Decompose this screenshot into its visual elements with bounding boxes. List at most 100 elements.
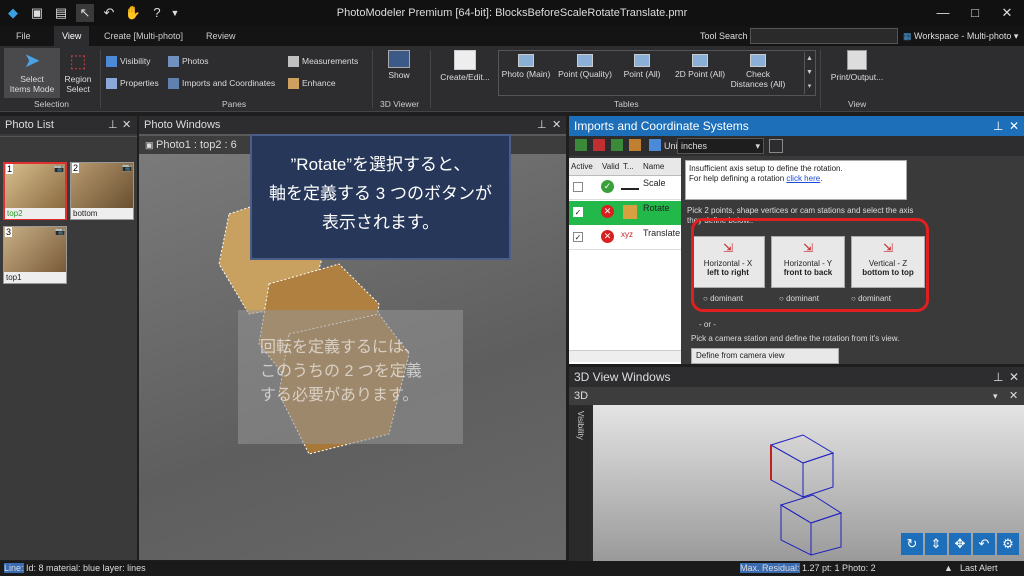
alert-icon: ▲: [944, 563, 953, 573]
separator: [372, 50, 373, 108]
photo-thumb-image: 1 📷: [5, 164, 65, 208]
active-checkbox[interactable]: [573, 182, 583, 192]
3d-tab-bar: 3D ▾ ✕: [569, 387, 1024, 405]
ribbon-tabs: File View Create [Multi-photo] Review To…: [0, 26, 1024, 46]
units-value: inches: [681, 141, 708, 151]
photo-main-table[interactable]: Photo (Main): [500, 54, 552, 79]
workspace-dropdown[interactable]: ▦ Workspace - Multi-photo ▾: [903, 26, 1018, 46]
visibility-sidebar[interactable]: Visibility: [569, 405, 591, 561]
photo-list-header: Photo List ⊥ ✕: [0, 116, 137, 134]
photo-number: 1: [6, 164, 14, 174]
minimize-button[interactable]: —: [928, 0, 958, 26]
properties-button[interactable]: Properties: [106, 78, 159, 90]
region-select-button[interactable]: ⬚ Region Select: [60, 50, 96, 94]
pin-icon[interactable]: ⊥: [108, 116, 118, 134]
pin-icon[interactable]: ⊥: [537, 116, 547, 134]
import-row-translate[interactable]: ✓ ✕ xyz Translate: [569, 226, 681, 250]
3d-tab[interactable]: 3D: [574, 390, 588, 402]
photo-thumb-2[interactable]: 2 📷 bottom: [70, 162, 134, 220]
status-residual-label: Max. Residual:: [740, 563, 800, 573]
active-checkbox[interactable]: ✓: [573, 207, 583, 217]
point-quality-label: Point (Quality): [558, 69, 612, 79]
group-selection: Selection: [34, 99, 69, 109]
imports-coords-button[interactable]: Imports and Coordinates: [168, 78, 275, 90]
photo-windows-title: Photo Windows: [144, 119, 221, 131]
3d-view-header: 3D View Windows ⊥ ✕: [569, 367, 1024, 387]
separator: [430, 50, 431, 108]
separator: [820, 50, 821, 108]
units-select[interactable]: inches ▾: [677, 138, 764, 154]
reset-view-icon[interactable]: ↶: [973, 533, 995, 555]
help-link[interactable]: click here: [786, 174, 820, 183]
config-icon[interactable]: [629, 139, 641, 151]
list-scrollbar[interactable]: [569, 350, 681, 362]
delete-icon[interactable]: [593, 139, 605, 151]
tab-file[interactable]: File: [8, 26, 39, 46]
photo-name: top1: [4, 272, 66, 283]
point-2d-label: 2D Point (All): [674, 69, 726, 79]
print-output-button[interactable]: Print/Output...: [826, 50, 888, 82]
cube-wireframes: [769, 434, 843, 556]
photo-tab-label: Photo1 : top2 : 6: [156, 139, 237, 151]
import-row-rotate[interactable]: ✓ ✕ Rotate: [569, 201, 681, 225]
point-2d-table[interactable]: 2D Point (All): [672, 54, 728, 79]
define-camera-view-button[interactable]: Define from camera view: [691, 348, 839, 364]
settings-gear-icon[interactable]: ⚙: [997, 533, 1019, 555]
show-3d-button[interactable]: Show: [380, 50, 418, 80]
select-items-mode-button[interactable]: ➤ Select Items Mode: [4, 48, 60, 98]
pin-icon[interactable]: ⊥: [993, 367, 1003, 387]
translate-type-icon: xyz: [621, 230, 633, 239]
pan-icon[interactable]: ✥: [949, 533, 971, 555]
tab-view[interactable]: View: [54, 26, 90, 46]
check-distances-label: Check Distances (All): [730, 69, 786, 89]
tab-create[interactable]: Create [Multi-photo]: [96, 26, 191, 46]
point-all-table[interactable]: Point (All): [620, 54, 664, 79]
orbit-icon[interactable]: ↻: [901, 533, 923, 555]
tab-review[interactable]: Review: [198, 26, 244, 46]
add-icon[interactable]: [575, 139, 587, 151]
faded-note-line-2: このうちの 2 つを定義: [260, 363, 422, 380]
tab-dropdown-icon[interactable]: ▾: [993, 387, 998, 405]
app-title: PhotoModeler Premium [64-bit]: BlocksBef…: [336, 7, 688, 19]
panel-close-icon[interactable]: ✕: [552, 116, 561, 134]
point-quality-table[interactable]: Point (Quality): [554, 54, 616, 79]
active-checkbox[interactable]: ✓: [573, 232, 583, 242]
import-row-scale[interactable]: ✓ Scale: [569, 176, 681, 200]
visibility-button[interactable]: Visibility: [106, 56, 151, 68]
photo-thumb-3[interactable]: 3 📷 top1: [3, 226, 67, 284]
visibility-tab[interactable]: Visibility: [576, 411, 585, 440]
photo-thumb-1[interactable]: 1 📷 top2: [3, 162, 67, 220]
create-edit-button[interactable]: Create/Edit...: [436, 50, 494, 82]
maximize-button[interactable]: □: [960, 0, 990, 26]
3d-canvas[interactable]: ↻ ⇕ ✥ ↶ ⚙: [593, 405, 1024, 561]
angle-icon[interactable]: [769, 139, 783, 153]
photo-number: 3: [5, 227, 13, 237]
close-button[interactable]: ✕: [992, 0, 1022, 26]
check-distances-table[interactable]: Check Distances (All): [728, 54, 788, 89]
create-edit-label: Create/Edit...: [440, 72, 490, 82]
measurements-button[interactable]: Measurements: [288, 56, 358, 68]
last-alert[interactable]: Last Alert: [960, 561, 998, 576]
pin-icon[interactable]: ⊥: [993, 116, 1003, 136]
gallery-scroll[interactable]: ▲ ▼ ▾: [804, 52, 814, 94]
check-distances-icon: [750, 54, 766, 67]
photo-list-panel: Photo List ⊥ ✕ 1 📷 top2 2 📷 bottom 3 📷 t…: [0, 116, 137, 560]
photos-pane-button[interactable]: Photos: [168, 56, 208, 68]
enhance-button[interactable]: Enhance: [288, 78, 336, 90]
tool-search-input[interactable]: [750, 28, 898, 44]
define-cam-label: Define from camera view: [696, 351, 785, 360]
visibility-label: Visibility: [120, 56, 151, 66]
photo-number: 2: [72, 163, 80, 173]
panel-close-icon[interactable]: ✕: [1009, 367, 1019, 387]
print-output-label: Print/Output...: [830, 72, 884, 82]
camera-text: Pick a camera station and define the rot…: [691, 334, 900, 343]
chevron-down-icon: ▾: [755, 141, 760, 151]
zoom-icon[interactable]: ⇕: [925, 533, 947, 555]
col-type: T...: [623, 162, 634, 171]
edit-icon[interactable]: [611, 139, 623, 151]
panel-close-icon[interactable]: ✕: [1009, 116, 1019, 136]
panel-close-icon[interactable]: ✕: [122, 116, 131, 134]
invalid-x-icon: ✕: [601, 205, 614, 218]
tab-close-icon[interactable]: ✕: [1009, 387, 1018, 405]
photo-table-icon: [518, 54, 534, 67]
